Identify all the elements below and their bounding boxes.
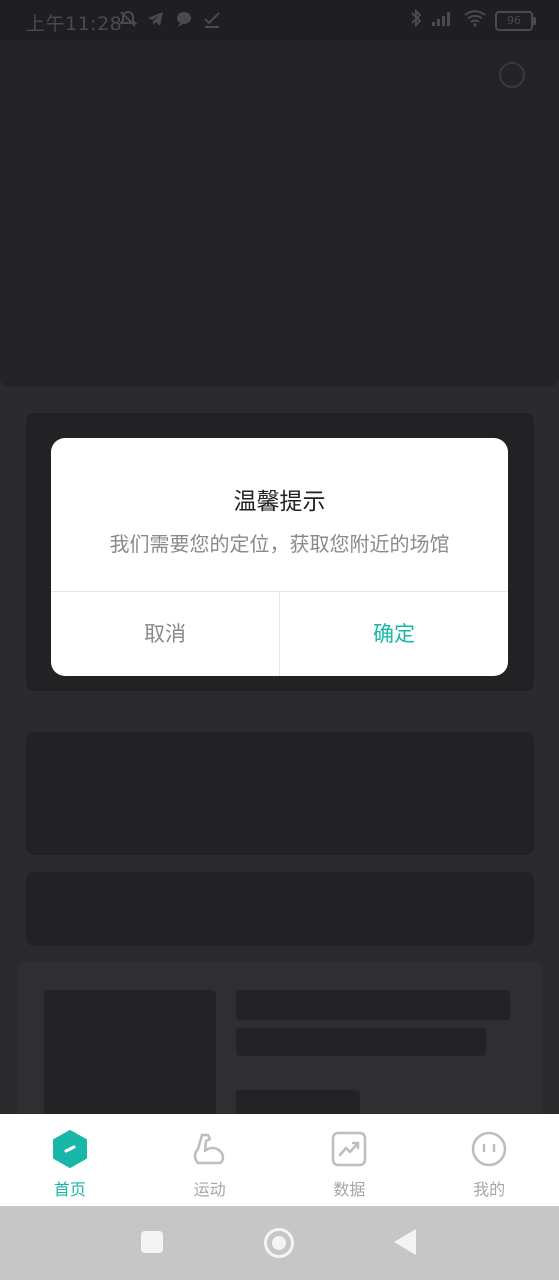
chat-icon xyxy=(174,9,194,34)
content-card-placeholder xyxy=(26,732,534,855)
tab-label: 我的 xyxy=(473,1180,506,1199)
bottom-tab-bar: 首页 运动 数据 我的 xyxy=(0,1114,559,1206)
tab-home[interactable]: 首页 xyxy=(0,1114,140,1206)
tab-data[interactable]: 数据 xyxy=(280,1114,420,1206)
tab-label: 数据 xyxy=(333,1180,366,1199)
status-bar: 上午11:28 96 xyxy=(0,0,559,40)
dialog-message: 我们需要您的定位，获取您附近的场馆 xyxy=(109,532,450,556)
system-navigation-bar xyxy=(0,1206,559,1280)
home-button[interactable] xyxy=(264,1228,294,1258)
signal-icon xyxy=(431,9,455,32)
profile-face-icon xyxy=(469,1129,509,1169)
back-button[interactable] xyxy=(394,1229,416,1255)
wifi-icon xyxy=(463,9,487,32)
status-time: 上午11:28 xyxy=(26,13,123,35)
venue-text-placeholder xyxy=(236,1028,486,1056)
tab-profile[interactable]: 我的 xyxy=(419,1114,559,1206)
dialog-title: 温馨提示 xyxy=(233,489,326,515)
notification-icons xyxy=(118,9,222,34)
chart-trend-icon xyxy=(329,1129,369,1169)
confirm-button[interactable]: 确定 xyxy=(280,592,508,676)
mute-bell-icon xyxy=(118,9,138,34)
app-screen: 上午11:28 96 温馨提示 我们需要您的定位，获取您附近的场馆 取消 确定 … xyxy=(0,0,559,1280)
tab-label: 运动 xyxy=(193,1180,226,1199)
venue-thumbnail-placeholder xyxy=(44,990,216,1130)
tab-exercise[interactable]: 运动 xyxy=(140,1114,280,1206)
content-card-placeholder xyxy=(26,872,534,946)
cancel-button[interactable]: 取消 xyxy=(51,592,279,676)
tab-label: 首页 xyxy=(53,1180,86,1199)
location-permission-dialog: 温馨提示 我们需要您的定位，获取您附近的场馆 取消 确定 xyxy=(51,438,508,676)
home-hexagon-icon xyxy=(50,1129,90,1169)
search-icon[interactable] xyxy=(499,62,525,88)
battery-icon: 96 xyxy=(495,10,536,31)
recents-button[interactable] xyxy=(141,1231,163,1253)
system-status-icons: 96 xyxy=(409,8,536,33)
exercise-arm-icon xyxy=(190,1129,230,1169)
telegram-icon xyxy=(146,9,166,34)
bluetooth-icon xyxy=(409,8,423,33)
header-banner-placeholder xyxy=(0,40,559,386)
check-icon xyxy=(202,9,222,34)
venue-text-placeholder xyxy=(236,990,510,1020)
